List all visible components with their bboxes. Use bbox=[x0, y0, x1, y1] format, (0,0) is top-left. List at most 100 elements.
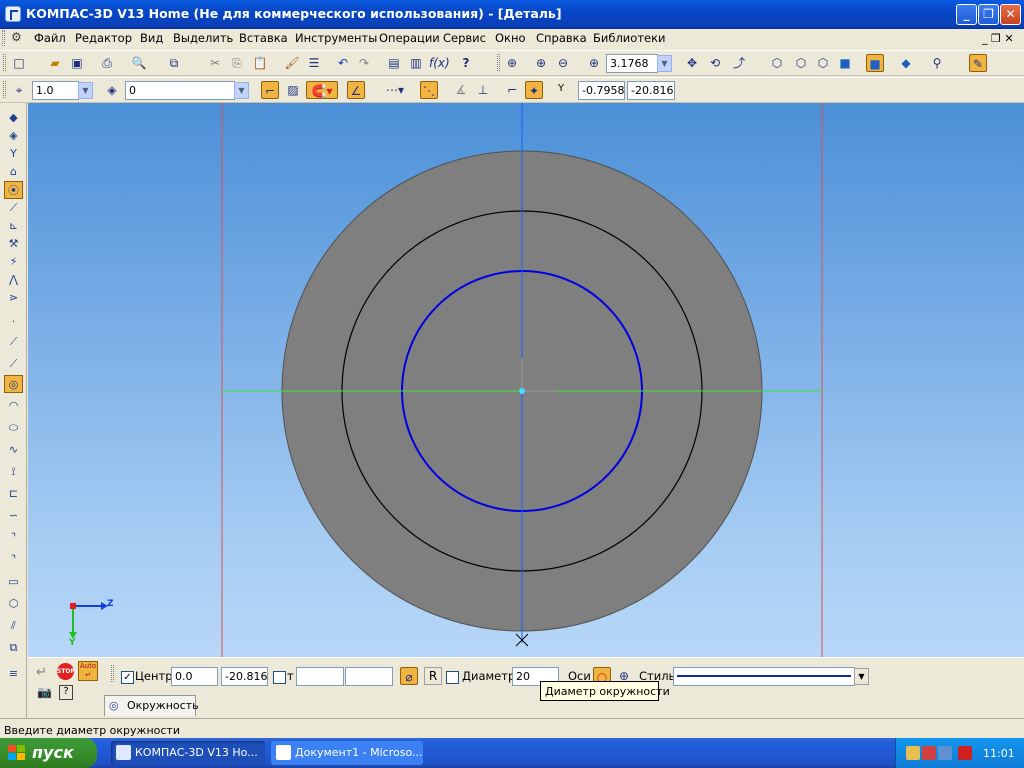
text-tool-icon[interactable]: ≡ bbox=[4, 665, 23, 683]
network-tray-icon[interactable] bbox=[906, 746, 920, 760]
parametrization-panel-icon[interactable]: ⌂ bbox=[4, 163, 23, 181]
construct-panel-icon[interactable]: ⋀ bbox=[4, 271, 23, 289]
rectangle-tool-icon[interactable]: ▭ bbox=[4, 573, 23, 591]
spline-tool-icon[interactable]: ∿ bbox=[4, 441, 23, 459]
center-checkbox[interactable]: ✓ bbox=[121, 671, 134, 684]
menu-service[interactable]: Сервис bbox=[443, 31, 486, 45]
menu-libraries[interactable]: Библиотеки bbox=[593, 31, 666, 45]
chamfer-tool-icon[interactable]: ⌝ bbox=[4, 529, 23, 547]
cursor-x-field[interactable]: -0.7958 bbox=[578, 81, 625, 100]
cursor-coords-icon[interactable]: ✦ bbox=[525, 81, 543, 99]
layer-input[interactable]: 0 bbox=[125, 81, 235, 100]
point-y-field[interactable] bbox=[345, 667, 393, 686]
cursor-step-icon[interactable]: ⌖ bbox=[10, 81, 28, 99]
line-style-select[interactable] bbox=[673, 667, 855, 686]
properties-icon[interactable]: ☰ bbox=[305, 54, 323, 72]
dimensions-panel-icon[interactable]: ◈ bbox=[4, 127, 23, 145]
tree-icon[interactable]: ▤ bbox=[385, 54, 403, 72]
cursor-y-field[interactable]: -20.816 bbox=[627, 81, 675, 100]
undo-icon[interactable]: ↶ bbox=[334, 54, 352, 72]
shaded-edges-icon[interactable]: ■ bbox=[866, 54, 884, 72]
zoom-scale-icon[interactable]: ⊕ bbox=[585, 54, 603, 72]
panel-grip[interactable] bbox=[111, 665, 114, 682]
antivirus-tray-icon[interactable] bbox=[958, 746, 972, 760]
coordinate-system-icon[interactable]: ⊥ bbox=[474, 81, 492, 99]
zoom-out-icon[interactable]: ⊖ bbox=[554, 54, 572, 72]
center-point[interactable] bbox=[519, 388, 525, 394]
manager-icon[interactable]: ⧉ bbox=[165, 54, 183, 72]
radius-mode-button[interactable]: R bbox=[424, 667, 442, 685]
function-icon[interactable]: f(x) bbox=[429, 54, 450, 72]
local-snap-icon[interactable]: ⋱ bbox=[420, 81, 438, 99]
context-help-icon[interactable]: ? bbox=[59, 685, 73, 700]
menu-select[interactable]: Выделить bbox=[173, 31, 233, 45]
auxiliary-line-icon[interactable]: ⟋ bbox=[4, 333, 23, 351]
style-dropdown-icon[interactable]: ▼ bbox=[854, 668, 869, 685]
arc-tool-icon[interactable]: ◠ bbox=[4, 397, 23, 415]
save-icon[interactable]: ▣ bbox=[68, 54, 86, 72]
edit-sketch-icon[interactable]: ⋗ bbox=[4, 289, 23, 307]
volume-tray-icon[interactable] bbox=[938, 746, 952, 760]
spec-panel-icon[interactable]: ⚒ bbox=[4, 235, 23, 253]
parametric-icon[interactable]: ▨ bbox=[284, 81, 302, 99]
new-file-icon[interactable]: □ bbox=[10, 54, 28, 72]
zoom-dropdown-icon[interactable]: ▼ bbox=[657, 55, 672, 72]
fillet-tool-icon[interactable]: ⌝ bbox=[4, 551, 23, 569]
zoom-input[interactable]: 3.1768 bbox=[606, 54, 658, 73]
menu-tools[interactable]: Инструменты bbox=[295, 31, 377, 45]
shaded-icon[interactable]: ■ bbox=[836, 54, 854, 72]
measure-panel-icon[interactable]: ⟋ bbox=[4, 199, 23, 217]
drawing-svg[interactable] bbox=[28, 103, 1024, 657]
wireframe-icon[interactable]: ⬡ bbox=[768, 54, 786, 72]
cut-icon[interactable]: ✂ bbox=[206, 54, 224, 72]
menu-view[interactable]: Вид bbox=[140, 31, 163, 45]
paste-icon[interactable]: 📋 bbox=[251, 54, 269, 72]
preview-icon[interactable]: 🔍 bbox=[130, 54, 148, 72]
redo-icon[interactable]: ↷ bbox=[355, 54, 373, 72]
diameter-mode-icon[interactable]: ⌀ bbox=[400, 667, 418, 685]
circle-tool-icon[interactable]: ◎ bbox=[4, 375, 23, 393]
task-word[interactable]: Документ1 - Microso... bbox=[271, 741, 423, 765]
diameter-checkbox[interactable] bbox=[446, 671, 459, 684]
minimize-button[interactable]: _ bbox=[956, 4, 977, 25]
orthogonal-icon[interactable]: ∠ bbox=[347, 81, 365, 99]
point-x-field[interactable] bbox=[296, 667, 344, 686]
selection-panel-icon[interactable]: ⊾ bbox=[4, 217, 23, 235]
hidden-lines-icon[interactable]: ⬡ bbox=[792, 54, 810, 72]
task-kompas[interactable]: КОМПАС-3D V13 Ho... bbox=[111, 741, 265, 765]
document-icon[interactable]: ⚙ bbox=[11, 30, 22, 44]
sketch-mode-icon[interactable]: ✎ bbox=[969, 54, 987, 72]
orientation-icon[interactable]: ⤴ bbox=[730, 54, 748, 72]
segment-tool-icon[interactable]: ⟋ bbox=[4, 355, 23, 373]
editing-panel-icon[interactable]: ⦿ bbox=[4, 181, 23, 199]
snap-magnet-icon[interactable]: 🧲▾ bbox=[306, 81, 338, 99]
toolbar-grip[interactable] bbox=[497, 54, 500, 71]
contour-tool-icon[interactable]: ⊏ bbox=[4, 485, 23, 503]
layer-dropdown-icon[interactable]: ▼ bbox=[234, 82, 249, 99]
format-brush-icon[interactable]: 🖌 bbox=[283, 54, 301, 72]
step-dropdown-icon[interactable]: ▼ bbox=[78, 82, 93, 99]
ellipse-tool-icon[interactable]: ⬭ bbox=[4, 419, 23, 437]
print-icon[interactable]: ⎙ bbox=[98, 54, 116, 72]
stop-icon[interactable]: STOP bbox=[57, 663, 75, 680]
menu-operations[interactable]: Операции bbox=[379, 31, 440, 45]
toolbar-grip[interactable] bbox=[3, 81, 6, 98]
open-file-icon[interactable]: ▰ bbox=[46, 54, 64, 72]
thin-lines-icon[interactable]: ⬡ bbox=[814, 54, 832, 72]
start-button[interactable]: пуск bbox=[0, 738, 97, 768]
toolbar-grip[interactable] bbox=[3, 54, 6, 71]
menu-insert[interactable]: Вставка bbox=[239, 31, 288, 45]
center-y-field[interactable]: -20.816 bbox=[221, 667, 268, 686]
projection-tool-icon[interactable]: ⧉ bbox=[4, 639, 23, 657]
snapshot-icon[interactable]: 📷 bbox=[37, 685, 52, 699]
center-x-field[interactable]: 0.0 bbox=[171, 667, 218, 686]
polyline-tool-icon[interactable]: ⟟ bbox=[4, 463, 23, 481]
close-button[interactable]: ✕ bbox=[1000, 4, 1021, 25]
bezier-tool-icon[interactable]: ∽ bbox=[4, 507, 23, 525]
restore-button[interactable]: ❐ bbox=[978, 4, 999, 25]
menu-editor[interactable]: Редактор bbox=[75, 31, 132, 45]
tab-circle[interactable]: ◎ Окружность bbox=[104, 695, 199, 716]
reports-panel-icon[interactable]: ⚡ bbox=[4, 253, 23, 271]
mdi-controls[interactable]: _ ❐ ✕ bbox=[982, 32, 1014, 45]
menu-help[interactable]: Справка bbox=[536, 31, 587, 45]
